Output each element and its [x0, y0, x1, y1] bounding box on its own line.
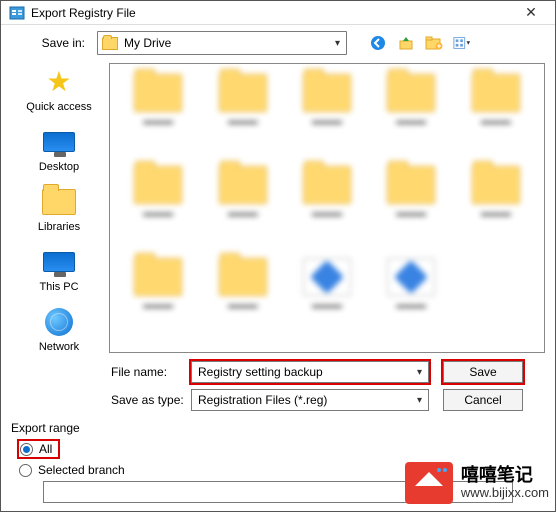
place-label: Quick access [26, 101, 91, 113]
back-icon[interactable] [369, 34, 387, 52]
list-item[interactable]: ▬▬▬ [289, 258, 365, 344]
savetype-row: Save as type: Registration Files (*.reg)… [11, 389, 545, 411]
monitor-icon [43, 132, 75, 152]
app-icon [9, 5, 25, 21]
close-icon: ✕ [525, 4, 537, 21]
list-item[interactable]: ▬▬▬ [373, 166, 449, 252]
savetype-select[interactable]: Registration Files (*.reg) ▾ [191, 389, 429, 411]
save-in-row: Save in: My Drive ▾ [11, 31, 545, 55]
save-in-value: My Drive [124, 36, 171, 50]
monitor-icon [43, 252, 75, 272]
list-item[interactable]: ▬▬▬ [289, 74, 365, 160]
titlebar: Export Registry File ✕ [1, 1, 555, 25]
list-item[interactable]: ▬▬▬ [204, 74, 280, 160]
filename-label: File name: [11, 365, 191, 379]
up-icon[interactable] [397, 34, 415, 52]
radio-selected-branch[interactable]: Selected branch [19, 463, 545, 477]
save-button[interactable]: Save [443, 361, 523, 383]
savetype-label: Save as type: [11, 393, 191, 407]
save-in-label: Save in: [11, 36, 89, 50]
place-label: Network [39, 341, 79, 353]
list-item[interactable]: ▬▬▬ [120, 74, 196, 160]
place-this-pc[interactable]: This PC [39, 247, 78, 293]
place-libraries[interactable]: Libraries [38, 187, 80, 233]
star-icon: ★ [46, 68, 71, 96]
place-network[interactable]: Network [39, 307, 79, 353]
folder-icon [42, 189, 76, 215]
place-label: Desktop [39, 161, 79, 173]
close-button[interactable]: ✕ [513, 2, 549, 24]
list-item[interactable]: ▬▬▬ [204, 166, 280, 252]
chevron-down-icon: ▾ [417, 395, 422, 406]
list-item[interactable]: ▬▬▬ [204, 258, 280, 344]
view-menu-icon[interactable] [453, 34, 471, 52]
window-title: Export Registry File [31, 6, 136, 20]
list-item[interactable]: ▬▬▬ [458, 166, 534, 252]
radio-icon [19, 464, 32, 477]
list-item[interactable]: ▬▬▬ [373, 74, 449, 160]
place-desktop[interactable]: Desktop [39, 127, 79, 173]
radio-all-label: All [39, 442, 52, 456]
place-label: This PC [39, 281, 78, 293]
savetype-value: Registration Files (*.reg) [198, 393, 327, 407]
filename-input[interactable]: Registry setting backup ▾ [191, 361, 429, 383]
save-in-select[interactable]: My Drive ▾ [97, 31, 347, 55]
filename-row: File name: Registry setting backup ▾ Sav… [11, 361, 545, 383]
toolbar-nav-icons [369, 34, 471, 52]
chevron-down-icon: ▾ [335, 38, 340, 49]
radio-all[interactable]: All [19, 441, 58, 457]
globe-icon [45, 308, 73, 336]
export-registry-dialog: Export Registry File ✕ Save in: My Drive… [0, 0, 556, 512]
branch-path-input[interactable] [43, 481, 513, 503]
radio-icon [20, 443, 33, 456]
cancel-button[interactable]: Cancel [443, 389, 523, 411]
file-list[interactable]: ▬▬▬ ▬▬▬ ▬▬▬ ▬▬▬ ▬▬▬ ▬▬▬ ▬▬▬ ▬▬▬ ▬▬▬ ▬▬▬ … [109, 63, 545, 353]
list-item[interactable]: ▬▬▬ [289, 166, 365, 252]
radio-branch-label: Selected branch [38, 463, 125, 477]
list-item[interactable]: ▬▬▬ [458, 74, 534, 160]
filename-value: Registry setting backup [198, 365, 323, 379]
list-item[interactable]: ▬▬▬ [373, 258, 449, 344]
places-bar: ★ Quick access Desktop Libraries This PC [11, 63, 107, 353]
chevron-down-icon: ▾ [417, 367, 422, 378]
place-label: Libraries [38, 221, 80, 233]
export-range-label: Export range [11, 421, 545, 435]
list-item[interactable]: ▬▬▬ [120, 166, 196, 252]
place-quick-access[interactable]: ★ Quick access [26, 67, 91, 113]
folder-icon [102, 37, 118, 50]
export-range-group: Export range All Selected branch [11, 421, 545, 503]
new-folder-icon[interactable] [425, 34, 443, 52]
list-item[interactable]: ▬▬▬ [120, 258, 196, 344]
